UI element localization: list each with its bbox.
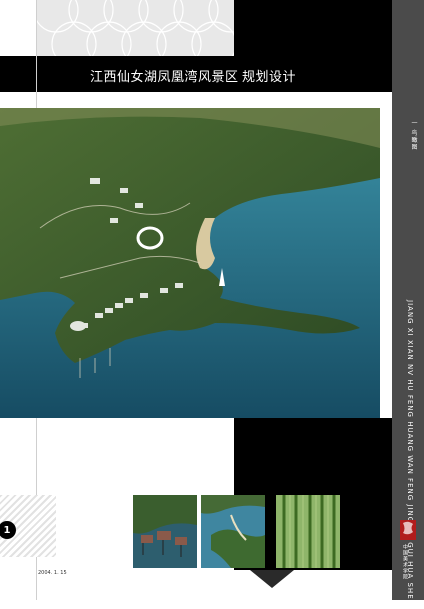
section-label: 一 鸟瞰图 bbox=[410, 120, 417, 151]
bottom-arrow-decoration bbox=[250, 570, 294, 588]
organization-name: 中国美术学院 bbox=[402, 544, 408, 580]
decorative-pattern bbox=[36, 0, 234, 56]
photo-bamboo-image bbox=[276, 495, 340, 568]
photo-village-image bbox=[133, 495, 197, 568]
date-label: 2004. 1. 15 bbox=[38, 570, 67, 576]
photo-lake-image bbox=[201, 495, 265, 568]
page-subtitle: 规划设计 bbox=[242, 70, 297, 85]
page-title: 江西仙女湖凤凰湾风景区 bbox=[90, 70, 239, 85]
aerial-rendering-image bbox=[0, 108, 380, 418]
logo-icon bbox=[400, 520, 416, 540]
header-black-block bbox=[234, 0, 392, 56]
